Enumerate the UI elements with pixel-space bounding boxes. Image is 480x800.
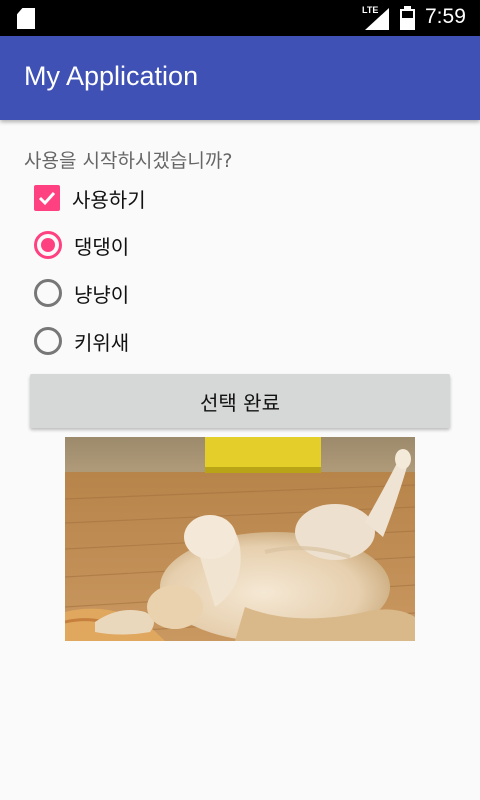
status-clock: 7:59 bbox=[425, 5, 466, 28]
checkbox-checked-icon[interactable] bbox=[34, 185, 60, 211]
radio-label: 키위새 bbox=[74, 330, 130, 355]
radio-option-kiwi[interactable]: 키위새 bbox=[34, 327, 129, 355]
radio-option-cat[interactable]: 냥냥이 bbox=[34, 279, 129, 307]
battery-icon bbox=[400, 6, 415, 30]
app-title: My Application bbox=[24, 61, 199, 91]
radio-checked-icon[interactable] bbox=[34, 231, 62, 259]
app-bar: My Application bbox=[0, 36, 480, 120]
status-bar: LTE 7:59 bbox=[0, 0, 480, 36]
done-button[interactable]: 선택 완료 bbox=[30, 374, 450, 428]
radio-label: 냥냥이 bbox=[74, 282, 130, 307]
radio-unchecked-icon[interactable] bbox=[34, 279, 62, 307]
sd-card-icon bbox=[17, 8, 35, 29]
network-type: LTE bbox=[362, 5, 379, 15]
question-text: 사용을 시작하시겠습니까? bbox=[24, 150, 233, 172]
radio-option-dog[interactable]: 댕댕이 bbox=[34, 231, 129, 259]
checkbox-label: 사용하기 bbox=[72, 187, 146, 212]
use-checkbox[interactable]: 사용하기 bbox=[34, 184, 146, 212]
radio-unchecked-icon[interactable] bbox=[34, 327, 62, 355]
dog-photo bbox=[65, 437, 415, 641]
radio-label: 댕댕이 bbox=[74, 234, 130, 259]
